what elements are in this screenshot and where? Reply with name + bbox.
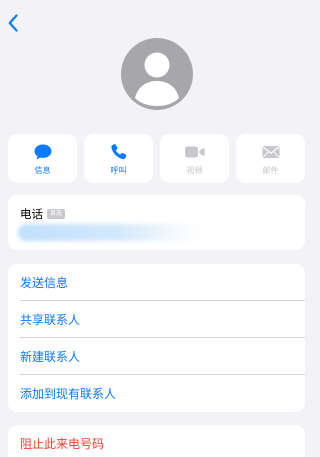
quick-actions: 信息 呼叫 视频 邮件: [8, 134, 305, 183]
add-to-existing-contact-item[interactable]: 添加到现有联系人: [20, 375, 305, 412]
phone-label: 电话: [20, 207, 43, 221]
primary-badge: 首选: [47, 209, 66, 219]
mail-button-label: 邮件: [262, 165, 279, 175]
share-contact-item[interactable]: 共享联系人: [20, 301, 305, 338]
message-icon: [34, 144, 51, 159]
video-icon: [184, 146, 204, 157]
block-caller-item[interactable]: 阻止此来电号码: [20, 425, 305, 457]
contact-options-menu: 发送信息 共享联系人 新建联系人 添加到现有联系人: [8, 264, 305, 412]
back-button[interactable]: [5, 12, 21, 34]
block-card: 阻止此来电号码: [8, 425, 305, 457]
message-button-label: 信息: [34, 165, 51, 175]
call-button-label: 呼叫: [110, 165, 127, 175]
call-button[interactable]: 呼叫: [84, 134, 153, 183]
phone-card[interactable]: 电话 首选: [8, 195, 305, 250]
video-button[interactable]: 视频: [160, 134, 229, 183]
chevron-left-icon: [8, 14, 18, 32]
mail-button[interactable]: 邮件: [236, 134, 305, 183]
video-button-label: 视频: [186, 165, 203, 175]
person-silhouette-icon: [135, 52, 179, 106]
create-contact-item[interactable]: 新建联系人: [20, 338, 305, 375]
contact-avatar: [121, 38, 193, 110]
message-button[interactable]: 信息: [8, 134, 77, 183]
phone-number-blurred[interactable]: [18, 224, 200, 241]
send-message-item[interactable]: 发送信息: [20, 264, 305, 301]
phone-icon: [110, 143, 126, 159]
mail-icon: [262, 145, 279, 158]
